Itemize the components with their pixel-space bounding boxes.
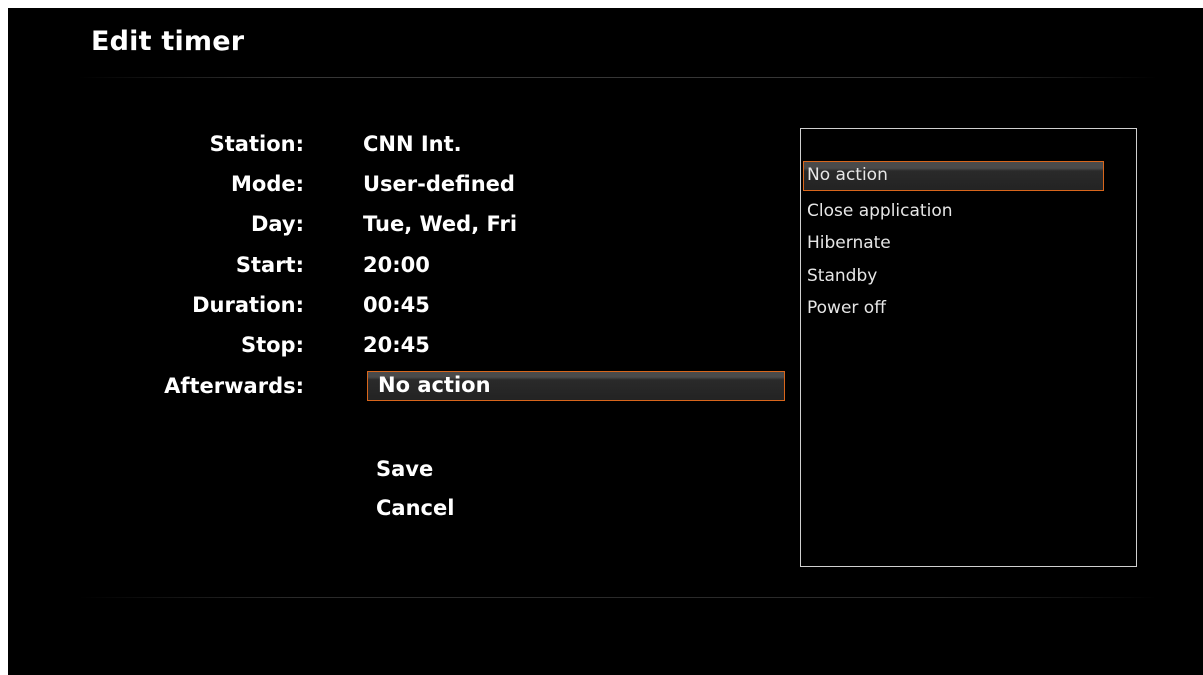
station-label: Station:: [209, 132, 304, 156]
afterwards-select[interactable]: No action: [367, 371, 785, 401]
option-no-action[interactable]: No action: [803, 161, 1104, 191]
mode-label: Mode:: [231, 172, 304, 196]
page-title: Edit timer: [91, 26, 245, 57]
duration-label: Duration:: [192, 293, 304, 317]
afterwards-label: Afterwards:: [164, 374, 304, 398]
footer-divider: [78, 597, 1158, 598]
option-label: No action: [807, 165, 888, 185]
title-divider: [78, 77, 1158, 78]
afterwards-selected-value: No action: [378, 373, 491, 397]
day-label: Day:: [250, 212, 304, 236]
option-close-application[interactable]: Close application: [807, 201, 953, 221]
option-power-off[interactable]: Power off: [807, 298, 886, 318]
cancel-button[interactable]: Cancel: [376, 496, 454, 520]
day-value[interactable]: Tue, Wed, Fri: [363, 212, 517, 236]
stop-label: Stop:: [240, 333, 304, 357]
mode-value[interactable]: User-defined: [363, 172, 515, 196]
station-value[interactable]: CNN Int.: [363, 132, 462, 156]
start-value[interactable]: 20:00: [363, 253, 430, 277]
save-button[interactable]: Save: [376, 457, 433, 481]
stop-value[interactable]: 20:45: [363, 333, 430, 357]
start-label: Start:: [235, 253, 304, 277]
edit-timer-screen: Edit timer Station: Mode: Day: Start: Du…: [8, 8, 1203, 675]
option-hibernate[interactable]: Hibernate: [807, 233, 891, 253]
afterwards-options-list[interactable]: No action Close application Hibernate St…: [800, 128, 1137, 567]
duration-value[interactable]: 00:45: [363, 293, 430, 317]
option-standby[interactable]: Standby: [807, 266, 877, 286]
